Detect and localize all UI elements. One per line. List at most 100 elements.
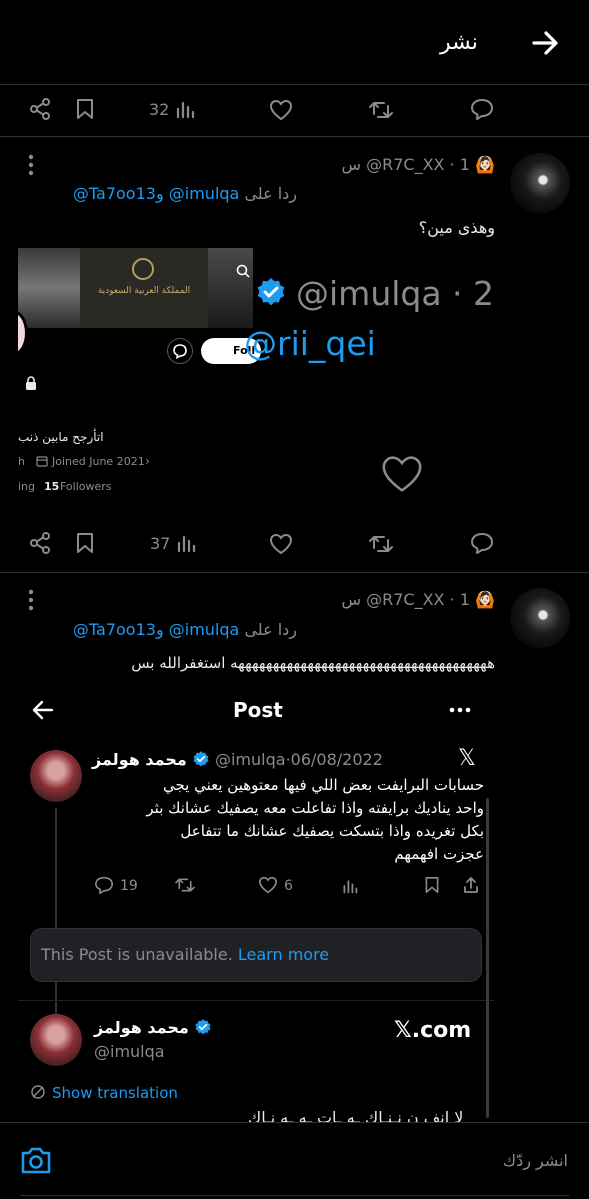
header-divider: [0, 84, 589, 85]
partial-meta-2: ing: [18, 480, 36, 493]
share-icon[interactable]: [29, 98, 51, 120]
banner-photo-right: [208, 248, 253, 328]
tweet-0-divider: [0, 136, 589, 137]
search-icon[interactable]: [236, 264, 250, 278]
post-avatar[interactable]: [30, 750, 82, 802]
bookmark-icon[interactable]: [424, 876, 440, 894]
mention-and: و: [155, 620, 164, 639]
reply-icon[interactable]: [470, 532, 494, 554]
more-options-icon[interactable]: [26, 588, 36, 612]
followers-label[interactable]: Followers: [60, 480, 112, 493]
calendar-icon: [36, 455, 48, 467]
tweet-1-meta: 🙆🏻 @R7C_XX · 1 س: [342, 155, 496, 174]
profile-mention-big[interactable]: @rii_qei: [244, 324, 376, 363]
camera-icon[interactable]: [20, 1145, 52, 1175]
tweet-0-actions: 32: [0, 90, 589, 130]
views-count: 37: [150, 534, 171, 553]
repost-icon[interactable]: [368, 533, 394, 555]
back-arrow-icon[interactable]: [528, 26, 562, 60]
avatar[interactable]: [510, 588, 570, 648]
reply-placeholder: انشر ردّك: [502, 1151, 568, 1170]
thread-line: [55, 982, 57, 1008]
message-icon[interactable]: [167, 338, 193, 364]
unavailable-text-row: This Post is unavailable. Learn more: [41, 945, 329, 964]
profile-bio: اتأرجح مابين ذنب: [18, 430, 104, 444]
mention-and: و: [155, 184, 164, 203]
x-com-brand: 𝕏.com: [394, 1018, 472, 1043]
reply-prefix: ردا على: [244, 184, 297, 203]
repost-icon[interactable]: [368, 99, 394, 121]
tweet-2-meta: 🙆🏻 @R7C_XX · 1 س: [342, 590, 496, 609]
bookmark-icon[interactable]: [75, 98, 95, 120]
bottom-divider: [20, 1195, 569, 1196]
post-body-line: عجزت افهمهم: [394, 845, 484, 863]
embed-topbar-title: Post: [233, 698, 283, 722]
meta-sep: ·: [449, 155, 455, 174]
quoted-author-row: محمد هولمز: [94, 1018, 212, 1037]
verified-badge-icon: [192, 750, 210, 768]
meta-sep: ·: [449, 590, 455, 609]
reply-input[interactable]: انشر ردّك: [80, 1141, 576, 1181]
show-translation-link[interactable]: Show translation: [52, 1084, 178, 1102]
mention-link[interactable]: @imulqa: [169, 184, 240, 203]
like-icon[interactable]: [269, 99, 293, 121]
more-options-icon[interactable]: [26, 153, 36, 177]
user-handle[interactable]: @R7C_XX: [366, 590, 444, 609]
embedded-post-image[interactable]: Post 𝕏 محمد هولمز @imulqa·06/08/2022 حسا…: [18, 688, 494, 1122]
post-body-line: حسابات البرايفت بعض اللي فيها معتوهين يع…: [162, 776, 484, 794]
avatar[interactable]: [510, 153, 570, 213]
post-body-line: واحد يناديك برايفته واذا تفاعلت معه يصفي…: [146, 799, 484, 817]
partial-meta-1: h: [18, 455, 25, 468]
lock-icon: [25, 376, 37, 390]
mention-link[interactable]: @Ta7oo13: [73, 184, 156, 203]
post-body: حسابات البرايفت بعض اللي فيها معتوهين يع…: [92, 774, 484, 866]
reply-icon[interactable]: [470, 98, 494, 120]
like-icon[interactable]: [269, 533, 293, 555]
post-avatar[interactable]: [30, 1014, 82, 1066]
bookmark-icon[interactable]: [75, 532, 95, 554]
post-author-handle[interactable]: @imulqa: [94, 1042, 165, 1061]
post-author-name[interactable]: محمد هولمز: [92, 750, 187, 769]
x-logo-icon: 𝕏: [458, 746, 476, 771]
verified-badge-icon: [194, 1018, 212, 1036]
reply-prefix: ردا على: [244, 620, 297, 639]
unavailable-text: This Post is unavailable.: [41, 945, 233, 964]
translate-icon: [30, 1084, 46, 1100]
embedded-image[interactable]: المملكة العربية السعودية Foll @imulqa · …: [18, 248, 494, 506]
heart-overlay-icon: [380, 454, 424, 494]
user-emoji: 🙆🏻: [475, 590, 495, 609]
post-date: 06/08/2022: [290, 750, 383, 769]
mention-link[interactable]: @imulqa: [169, 620, 240, 639]
followers-count[interactable]: 15: [44, 480, 59, 493]
embed-scrollbar[interactable]: [486, 798, 489, 1118]
banner-photo-left: [18, 248, 80, 328]
seal-emblem: [132, 258, 154, 280]
more-horizontal-icon[interactable]: [448, 700, 472, 724]
top-bar: نشر: [0, 0, 589, 84]
page-title: نشر: [440, 30, 478, 55]
share-icon[interactable]: [462, 876, 480, 894]
banner-center: المملكة العربية السعودية: [80, 248, 208, 328]
share-icon[interactable]: [29, 532, 51, 554]
reply-icon[interactable]: [94, 876, 114, 894]
reply-count: 19: [120, 878, 138, 894]
mention-link[interactable]: @Ta7oo13: [73, 620, 156, 639]
views-icon[interactable]: [175, 99, 195, 119]
profile-banner: المملكة العربية السعودية: [18, 248, 253, 328]
learn-more-link[interactable]: Learn more: [238, 945, 329, 964]
reply-to-line: ردا على @imulqa و@Ta7oo13: [73, 184, 297, 203]
back-arrow-icon[interactable]: [32, 700, 54, 720]
views-icon[interactable]: [176, 533, 196, 553]
post-author-handle[interactable]: @imulqa: [215, 750, 286, 769]
quoted-cut-text: لا انف ن نـنـاك ـه ـات ـه ـه نـاك: [248, 1108, 464, 1122]
post-author-name[interactable]: محمد هولمز: [94, 1018, 189, 1037]
tweet-text: وهذى مين؟: [418, 218, 495, 237]
like-icon[interactable]: [258, 876, 278, 894]
repost-icon[interactable]: [174, 876, 196, 894]
views-icon[interactable]: [342, 878, 358, 894]
composer-bar: انشر ردّك: [0, 1123, 589, 1199]
embed-divider: [18, 1000, 494, 1001]
reply-to-line: ردا على @imulqa و@Ta7oo13: [73, 620, 297, 639]
user-handle[interactable]: @R7C_XX: [366, 155, 444, 174]
views-count: 32: [149, 100, 170, 119]
